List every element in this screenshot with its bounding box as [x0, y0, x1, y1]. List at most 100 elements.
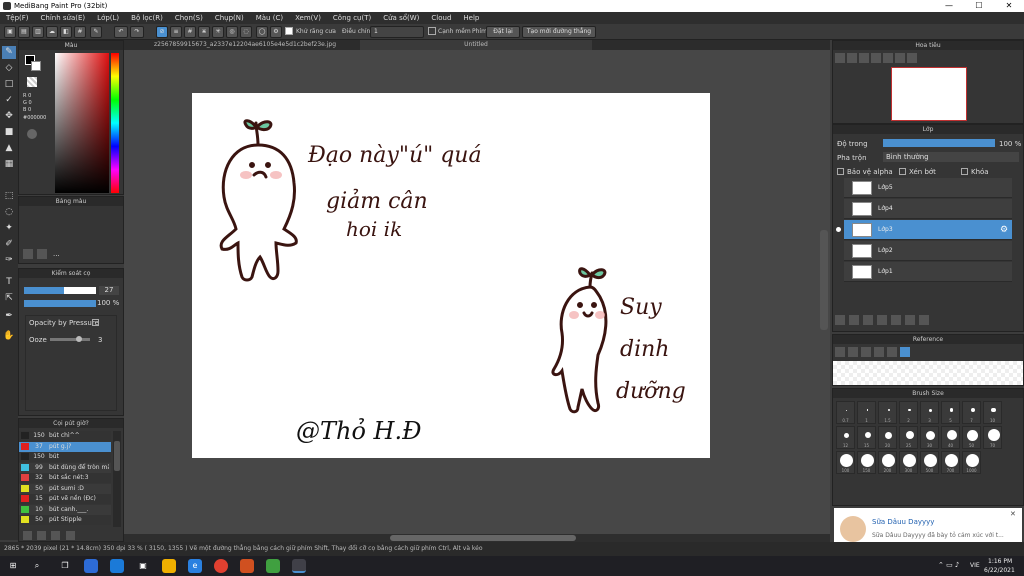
menu-view[interactable]: Xem(V)	[289, 12, 327, 24]
eyedropper-tool-icon[interactable]: ✒	[2, 310, 16, 323]
merge-layer-icon[interactable]	[905, 315, 915, 325]
zoom-app-icon[interactable]	[84, 559, 98, 573]
layer-visibility-icon[interactable]	[836, 185, 841, 190]
brush-list-item[interactable]: 150 bút chì^^	[19, 431, 111, 441]
reference-canvas[interactable]	[833, 361, 1023, 385]
hand-tool-icon[interactable]: ✋	[2, 330, 16, 343]
new-ruler-button[interactable]: Tạo mới đường thẳng	[522, 26, 596, 38]
brush-size-cell[interactable]: 20	[878, 426, 897, 449]
layer-visibility-icon[interactable]	[836, 248, 841, 253]
brush-size-cell[interactable]: 12	[836, 426, 855, 449]
layer-row[interactable]: Lớp5	[844, 178, 1012, 198]
brush-settings-icon[interactable]	[37, 531, 47, 540]
paint-app-icon[interactable]	[240, 559, 254, 573]
add-swatch-icon[interactable]	[23, 249, 33, 259]
layer-visibility-icon[interactable]	[836, 269, 841, 274]
tab-image[interactable]: z2567859915673_a2337e12204ae6105e4e5d1c2…	[148, 40, 342, 50]
brush-size-cell[interactable]: 500	[920, 451, 939, 474]
brush-tool-icon[interactable]: ✎	[2, 46, 16, 59]
tray-icons[interactable]: ⌃ ▭ ♪	[938, 561, 959, 569]
brush-list-item[interactable]: 37 pút g.j?	[19, 441, 111, 452]
zoom-out-icon[interactable]	[847, 53, 857, 63]
clock-date[interactable]: 6/22/2021	[984, 567, 1015, 574]
color-wheel-icon[interactable]	[27, 129, 37, 139]
ie-icon[interactable]: e	[188, 559, 202, 573]
active-app-icon[interactable]	[292, 559, 306, 573]
brush-list-item[interactable]: 50 pút sumi :D	[19, 483, 111, 494]
menu-filter[interactable]: Bộ lọc(R)	[125, 12, 169, 24]
layer-row[interactable]: Lớp2	[844, 241, 1012, 261]
brush-size-cell[interactable]: 25	[899, 426, 918, 449]
grid-icon[interactable]: #	[74, 26, 86, 38]
menu-cloud[interactable]: Cloud	[425, 12, 457, 24]
menu-edit[interactable]: Chỉnh sửa(E)	[35, 12, 92, 24]
pen-icon[interactable]: ✎	[90, 26, 102, 38]
edge-icon[interactable]	[110, 559, 124, 573]
select-eraser-icon[interactable]: ✑	[2, 254, 16, 267]
input-language[interactable]: VIE	[970, 562, 980, 569]
snap-ellipse-icon[interactable]: ◯	[256, 26, 268, 38]
save-icon[interactable]: ▥	[32, 26, 44, 38]
snap-vanish-icon[interactable]: ⋇	[198, 26, 210, 38]
layer-row[interactable]: Lớp4	[844, 199, 1012, 219]
menu-snap[interactable]: Chụp(N)	[209, 12, 250, 24]
fill-icon[interactable]: ◧	[60, 26, 72, 38]
tab-untitled[interactable]: Untitled	[360, 40, 592, 50]
move-tool-icon[interactable]: ✥	[2, 110, 16, 123]
ref-hand-icon[interactable]	[900, 347, 910, 357]
brush-size-cell[interactable]: 15	[857, 426, 876, 449]
brush-copy-icon[interactable]	[51, 531, 61, 540]
layer-settings-icon[interactable]: ⚙	[1000, 225, 1008, 235]
snap-reset-button[interactable]: Đặt lại	[486, 26, 520, 38]
fill-rect-icon[interactable]: ■	[2, 126, 16, 139]
notification-close[interactable]: ✕	[1010, 510, 1016, 518]
brush-list-item[interactable]: 99 bút dùng để tròn mà	[19, 462, 111, 473]
eraser-tool-icon[interactable]: ◇	[2, 62, 16, 75]
snap-circle-icon[interactable]: ◎	[226, 26, 238, 38]
bucket-tool-icon[interactable]: ▲	[2, 142, 16, 155]
brush-add-icon[interactable]	[23, 531, 32, 540]
menu-layer[interactable]: Lớp(L)	[91, 12, 125, 24]
add-layer-icon[interactable]	[835, 315, 845, 325]
add-halftone-layer-icon[interactable]	[849, 315, 859, 325]
brush-list-item[interactable]: 10 bút canh.___.	[19, 504, 111, 515]
brush-size-cell[interactable]: 3	[920, 401, 939, 424]
ref-close-icon[interactable]	[861, 347, 871, 357]
layer-row[interactable]: Lớp1	[844, 262, 1012, 282]
zoom-in-icon[interactable]	[835, 53, 845, 63]
actual-size-icon[interactable]	[871, 53, 881, 63]
brush-list-item[interactable]: 15 pút vẽ nền (Đc)	[19, 494, 111, 504]
brush-size-cell[interactable]: 50	[962, 426, 981, 449]
brush-size-cell[interactable]: 100	[836, 451, 855, 474]
delete-layer-icon[interactable]	[919, 315, 929, 325]
fit-icon[interactable]	[859, 53, 869, 63]
brush-size-cell[interactable]: 1.5	[878, 401, 897, 424]
lock-checkbox[interactable]	[961, 168, 968, 175]
correction-select[interactable]: 1	[370, 26, 424, 38]
brush-size-cell[interactable]: 70	[983, 426, 1002, 449]
menu-help[interactable]: Help	[457, 12, 485, 24]
menu-window[interactable]: Cửa sổ(W)	[377, 12, 425, 24]
store-icon[interactable]: ▣	[136, 559, 150, 573]
marquee-tool-icon[interactable]: ⬚	[2, 190, 16, 203]
undo-icon[interactable]: ↶	[114, 26, 128, 38]
brush-size-cell[interactable]: 300	[899, 451, 918, 474]
open-file-icon[interactable]: ▤	[18, 26, 30, 38]
flip-icon[interactable]	[907, 53, 917, 63]
brush-size-cell[interactable]: 1000	[962, 451, 981, 474]
select-tool-icon[interactable]: ✓	[2, 94, 16, 107]
hue-slider[interactable]	[111, 53, 119, 193]
add-8bit-layer-icon[interactable]	[863, 315, 873, 325]
brush-size-cell[interactable]: 30	[920, 426, 939, 449]
delete-swatch-icon[interactable]	[37, 249, 47, 259]
snap-parallel-icon[interactable]: ≡	[170, 26, 182, 38]
windows-start-icon[interactable]: ⊞	[6, 559, 20, 573]
menu-select[interactable]: Chọn(S)	[169, 12, 209, 24]
layer-visibility-icon[interactable]	[836, 206, 841, 211]
snap-cross-icon[interactable]: #	[184, 26, 196, 38]
anti-alias-checkbox[interactable]	[285, 27, 293, 35]
horizontal-scrollbar[interactable]	[124, 534, 830, 542]
brush-size-cell[interactable]: 10	[983, 401, 1002, 424]
brush-delete-icon[interactable]	[65, 531, 75, 540]
select-pen-icon[interactable]: ✐	[2, 238, 16, 251]
